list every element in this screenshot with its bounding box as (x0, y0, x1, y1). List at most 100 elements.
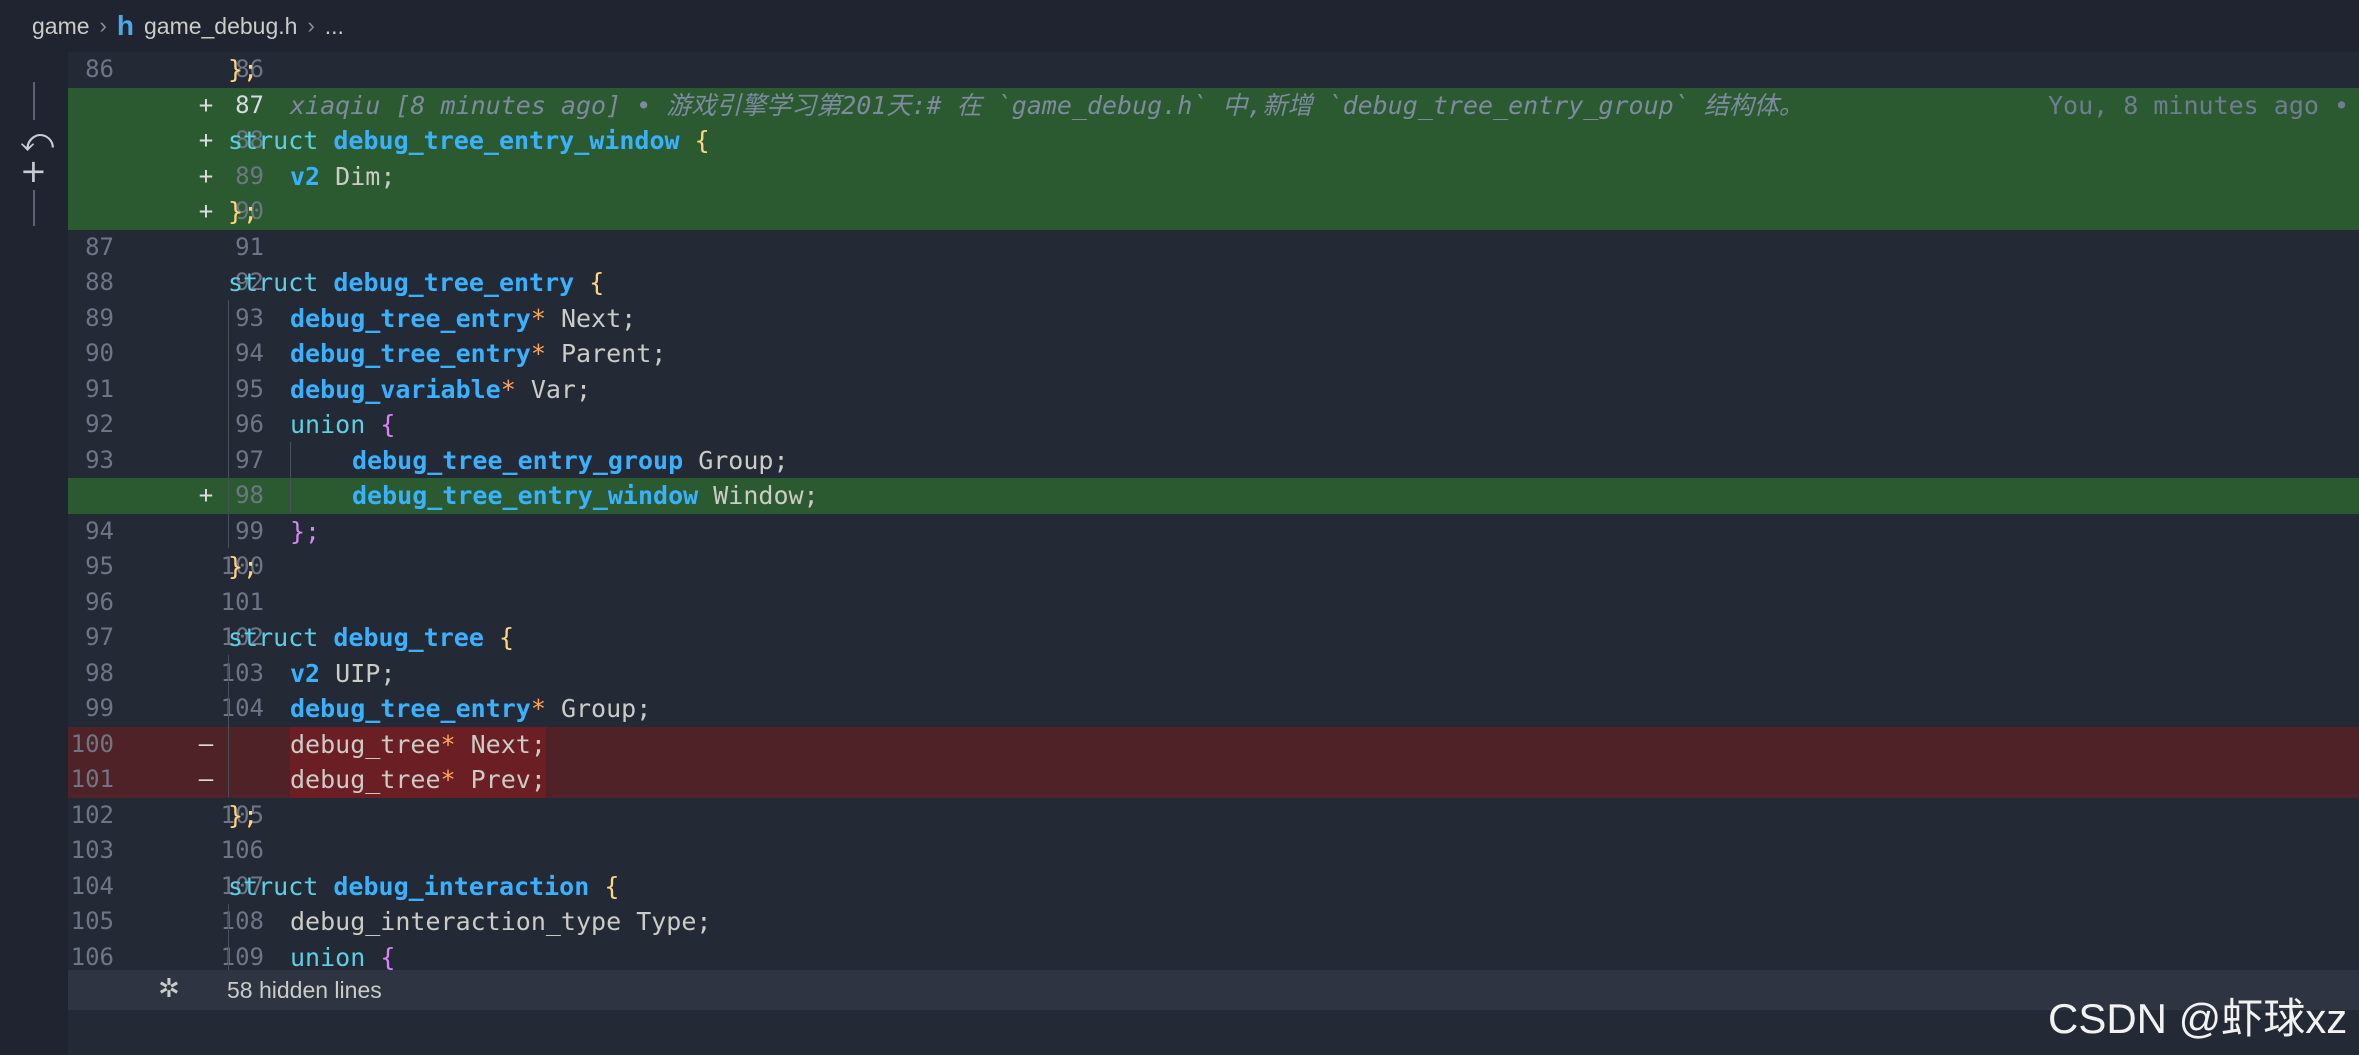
code-text: debug_tree_entry_window Window; (352, 481, 819, 510)
code-text: v2 Dim; (290, 161, 396, 191)
code-text: debug_interaction_type Type; (290, 907, 712, 936)
code-text: v2 UIP; (290, 658, 396, 688)
code-line[interactable]: 105 108 debug_interaction_type Type; (68, 904, 2359, 940)
old-line-number: 87 (85, 232, 114, 261)
diff-gutter: ⤺ + (0, 52, 68, 1055)
hidden-lines-bar[interactable]: ✲ 58 hidden lines (68, 970, 2359, 1010)
code-text: debug_tree* Prev; (290, 762, 546, 798)
code-line[interactable]: 92 96 union { (68, 407, 2359, 443)
code-text: }; (228, 800, 259, 830)
change-marker (33, 82, 35, 120)
old-line-number: 98 (85, 658, 114, 687)
new-line-number: 106 (220, 836, 264, 864)
breadcrumb-symbols[interactable]: ... (325, 13, 344, 40)
watermark: CSDN @虾球xz (2048, 995, 2348, 1042)
code-line[interactable]: 91 95 debug_variable* Var; (68, 372, 2359, 408)
breadcrumb: game › h game_debug.h › ... (0, 0, 2359, 52)
code-line[interactable]: 95 100 }; (68, 549, 2359, 585)
unfold-icon[interactable]: ✲ (158, 974, 180, 1004)
old-line-number: 95 (85, 552, 114, 580)
old-line-number: 96 (85, 587, 114, 616)
code-text: debug_tree_entry* Next; (290, 303, 637, 333)
code-line[interactable]: 93 97 debug_tree_entry_group Group; (68, 443, 2359, 479)
code-text: union { (290, 410, 396, 439)
old-line-number: 106 (70, 942, 114, 970)
header-file-icon: h (116, 10, 134, 41)
code-text: debug_tree_entry* Group; (290, 694, 652, 723)
added-marker: + (198, 197, 214, 225)
code-text: struct debug_tree { (228, 623, 515, 652)
code-line[interactable]: 90 94 debug_tree_entry* Parent; (68, 336, 2359, 372)
old-line-number: 105 (70, 907, 114, 935)
code-line[interactable]: 106 109 union { (68, 940, 2359, 970)
code-line[interactable]: 98 103 v2 UIP; (68, 656, 2359, 692)
old-line-number: 89 (85, 303, 114, 332)
new-line-number: 101 (220, 587, 264, 616)
code-line[interactable]: 89 93 debug_tree_entry* Next; (68, 301, 2359, 337)
new-line-number: 104 (220, 694, 264, 722)
code-text: }; (228, 197, 259, 226)
code-line[interactable]: 97 102 struct debug_tree { (68, 620, 2359, 656)
old-line-number: 90 (85, 339, 114, 367)
current-line-blame: You, 8 minutes ago • 游戏 (2048, 90, 2359, 120)
new-line-number: 91 (235, 232, 264, 261)
breadcrumb-folder[interactable]: game (32, 13, 90, 40)
indent-guide (228, 904, 229, 970)
stage-change-icon[interactable]: + (20, 155, 47, 187)
chevron-right-icon: › (99, 13, 107, 38)
chevron-right-icon: › (307, 13, 315, 38)
old-line-number: 92 (85, 410, 114, 438)
code-text: union { (290, 942, 396, 970)
old-line-number: 99 (85, 694, 114, 722)
new-line-number: 97 (235, 445, 264, 474)
code-line[interactable]: 103 106 (68, 833, 2359, 869)
old-line-number: 93 (85, 445, 114, 474)
added-marker: + (198, 90, 214, 119)
removed-marker: — (198, 765, 214, 793)
code-text: }; (228, 55, 259, 84)
code-text: }; (228, 552, 259, 581)
code-line[interactable]: 102 105 }; (68, 798, 2359, 834)
code-line[interactable]: 99 104 debug_tree_entry* Group; (68, 691, 2359, 727)
code-line[interactable]: 87 91 (68, 230, 2359, 266)
change-marker (33, 190, 35, 226)
code-text: struct debug_tree_entry_window { (228, 126, 710, 155)
code-line[interactable]: 104 107 struct debug_interaction { (68, 869, 2359, 905)
added-marker: + (198, 161, 214, 190)
code-line[interactable]: 100 — debug_tree* Next; (68, 726, 2359, 762)
old-line-number: 97 (85, 623, 114, 651)
indent-guide (290, 442, 291, 513)
code-line[interactable]: 88 92 struct debug_tree_entry { (68, 265, 2359, 301)
removed-marker: — (198, 729, 214, 758)
new-line-number: 103 (220, 658, 264, 687)
blame-line[interactable]: 87 + xiaqiu [8 minutes ago] • 游戏引擎学习第201… (68, 87, 2359, 123)
code-line[interactable]: 94 99 }; (68, 514, 2359, 550)
code-line[interactable]: 89 + v2 Dim; (68, 158, 2359, 194)
code-text: struct debug_interaction { (228, 871, 620, 901)
new-line-number: 108 (220, 907, 264, 935)
code-text: debug_variable* Var; (290, 374, 592, 404)
new-line-number: 99 (235, 516, 264, 545)
code-line[interactable]: 98 + debug_tree_entry_window Window; (68, 478, 2359, 514)
indent-guide (228, 300, 229, 548)
code-text: debug_tree_entry_group Group; (352, 445, 789, 475)
indent-guide (228, 655, 229, 797)
code-text: debug_tree* Next; (290, 726, 546, 762)
new-line-number: 95 (235, 374, 264, 403)
code-line[interactable]: 88 + struct debug_tree_entry_window { (68, 123, 2359, 159)
old-line-number: 103 (70, 836, 114, 864)
code-text: struct debug_tree_entry { (228, 268, 605, 297)
added-marker: + (198, 126, 214, 154)
code-line[interactable]: 86 86 }; (68, 52, 2359, 88)
code-line[interactable]: 90 + }; (68, 194, 2359, 230)
inline-blame: xiaqiu [8 minutes ago] • 游戏引擎学习第201天:# 在… (290, 90, 1804, 120)
old-line-number: 91 (85, 374, 114, 403)
old-line-number: 101 (70, 765, 114, 793)
code-line[interactable]: 101 — debug_tree* Prev; (68, 762, 2359, 798)
code-text: debug_tree_entry* Parent; (290, 339, 667, 368)
diff-editor[interactable]: 86 86 }; 87 + xiaqiu [8 minutes ago] • 游… (68, 52, 2359, 1055)
breadcrumb-file[interactable]: game_debug.h (144, 13, 297, 40)
code-line[interactable]: 96 101 (68, 585, 2359, 621)
old-line-number: 86 (85, 55, 114, 83)
code-text: }; (290, 516, 321, 546)
